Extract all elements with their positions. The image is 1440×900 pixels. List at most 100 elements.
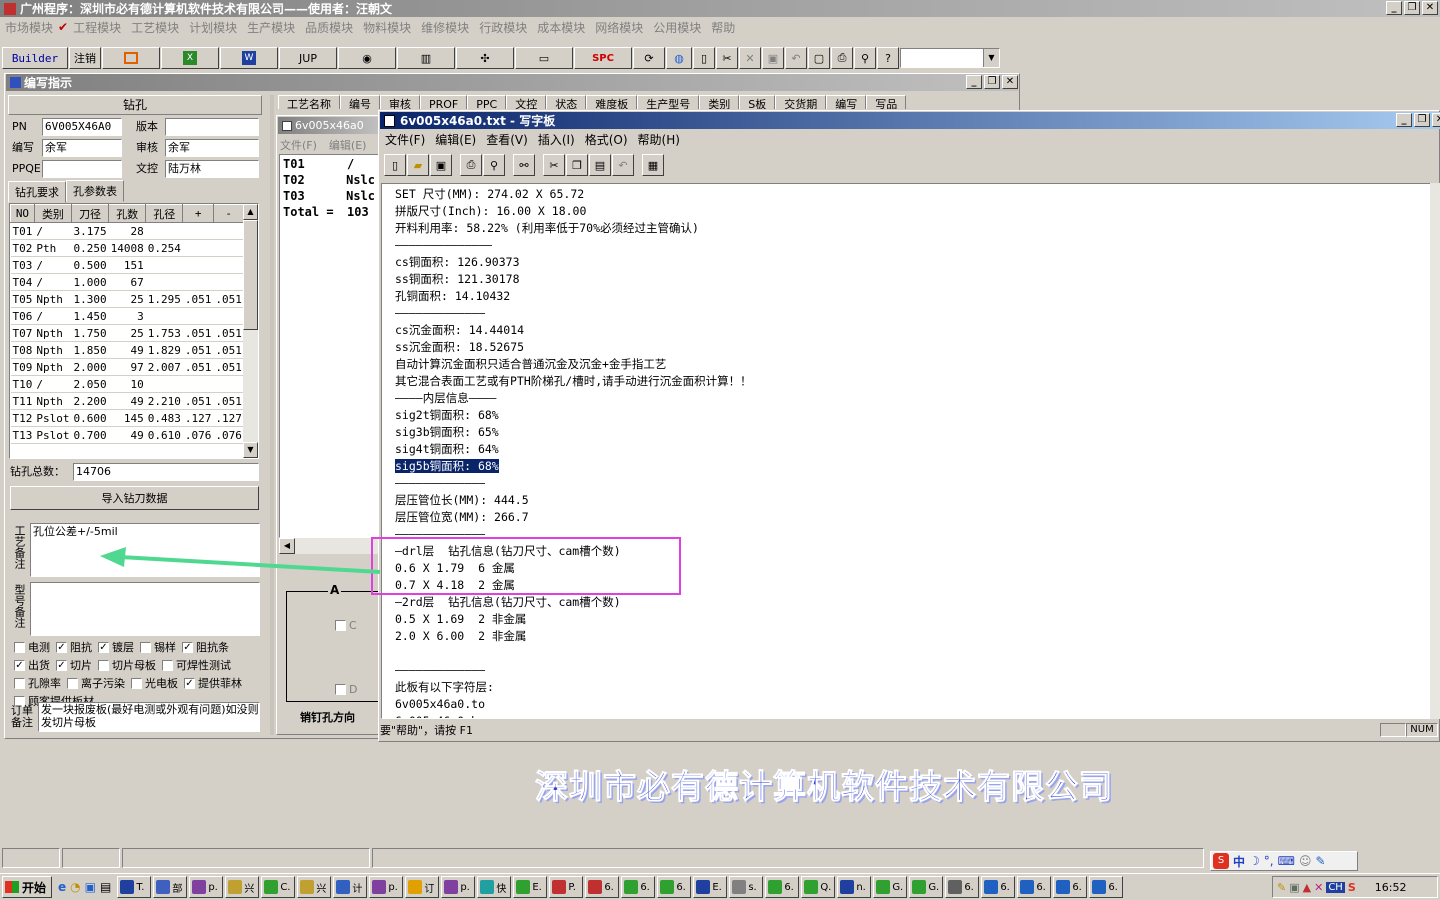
wp-menu-edit[interactable]: 编辑(E) xyxy=(430,131,481,148)
menu-material[interactable]: 物料模块 xyxy=(358,19,416,36)
taskbar-item[interactable]: P. xyxy=(549,876,584,898)
doc-control-field[interactable]: 陆万林 xyxy=(165,160,259,178)
hole-table-cell[interactable]: 145 xyxy=(108,409,146,427)
hole-table-row[interactable]: T09 Npth 2.000 97 2.007.051.051 xyxy=(10,358,244,376)
taskbar-item[interactable]: 订 xyxy=(405,876,440,898)
checked-icon[interactable]: ✓ xyxy=(182,641,193,653)
taskbar-item[interactable]: C. xyxy=(261,876,296,898)
hole-table-cell[interactable]: .051 xyxy=(213,341,244,359)
hole-table-cell[interactable]: 2.050 xyxy=(71,375,109,393)
wp-save-icon[interactable]: ▣ xyxy=(430,154,452,176)
hole-table-cell[interactable]: / xyxy=(34,307,72,325)
model-note-field[interactable] xyxy=(30,582,260,636)
hole-table-cell[interactable]: .051 xyxy=(213,290,244,308)
option-checkbox[interactable]: 光电板 xyxy=(131,675,178,691)
hole-table-cell[interactable] xyxy=(182,273,214,291)
hole-table-cell[interactable]: 1.295 xyxy=(145,290,183,308)
middle-column-header[interactable]: 文控 xyxy=(506,95,547,109)
hole-table-cell[interactable]: 49 xyxy=(108,426,146,444)
network-app-icon[interactable]: ▣ xyxy=(85,880,96,894)
hole-table-cell[interactable]: 14008 xyxy=(108,239,146,257)
globe-icon[interactable]: ◍ xyxy=(666,47,692,69)
middle-column-header[interactable]: 难度板 xyxy=(586,95,638,109)
wordpad-scrollbar[interactable] xyxy=(1430,183,1440,719)
taskbar-item[interactable]: 兴 xyxy=(225,876,260,898)
hole-table-cell[interactable]: Npth xyxy=(34,290,72,308)
editor-restore-icon[interactable]: ❐ xyxy=(984,75,1000,89)
pin-d-checkbox[interactable] xyxy=(335,684,346,695)
hole-table-cell[interactable]: / xyxy=(34,256,72,274)
pin-c-checkbox[interactable] xyxy=(335,620,346,631)
menu-network[interactable]: 网络模块 xyxy=(590,19,648,36)
middle-column-header[interactable]: 编号 xyxy=(340,95,380,109)
hole-table-cell[interactable]: / xyxy=(34,273,72,291)
hole-table-cell[interactable]: 2.200 xyxy=(71,392,109,410)
hole-table-cell[interactable]: 0.600 xyxy=(71,409,109,427)
database-icon[interactable]: ▥ xyxy=(397,47,455,69)
middle-column-header[interactable]: 类别 xyxy=(699,95,740,109)
cut-icon[interactable]: ✂ xyxy=(716,47,738,69)
menu-production[interactable]: 生产模块 xyxy=(242,19,300,36)
hole-table-cell[interactable]: 10 xyxy=(108,375,146,393)
spc-button[interactable]: SPC xyxy=(574,47,632,69)
word-icon[interactable]: W xyxy=(220,47,278,69)
hole-table-cell[interactable]: 0.610 xyxy=(145,426,183,444)
option-checkbox[interactable]: 离子污染 xyxy=(67,675,125,691)
hole-table-cell[interactable]: .051 xyxy=(213,358,244,376)
unchecked-icon[interactable] xyxy=(140,641,151,653)
hole-table-cell[interactable] xyxy=(182,239,214,257)
checked-icon[interactable]: ✓ xyxy=(56,641,67,653)
hole-table-cell[interactable]: Npth xyxy=(34,341,72,359)
report-icon[interactable] xyxy=(102,47,160,69)
hole-table-cell[interactable]: T08 xyxy=(10,341,35,359)
taskbar-item[interactable]: 6. xyxy=(621,876,656,898)
tray-language[interactable]: CH xyxy=(1326,881,1345,893)
unchecked-icon[interactable] xyxy=(98,659,109,671)
punct-icon[interactable]: °, xyxy=(1264,854,1274,868)
hole-table-cell[interactable] xyxy=(213,222,244,240)
hole-table-cell[interactable]: Pth xyxy=(34,239,72,257)
middle-column-header[interactable]: PPC xyxy=(467,95,507,109)
hole-table-cell[interactable] xyxy=(145,307,183,325)
hole-table-scrollbar[interactable]: ▲ ▼ xyxy=(243,204,258,458)
tab-hole-params[interactable]: 孔参数表 xyxy=(66,180,124,202)
undo-icon[interactable]: ↶ xyxy=(785,47,807,69)
hole-table-row[interactable]: T01/3.175 28 xyxy=(10,222,244,240)
close-icon[interactable]: ✕ xyxy=(1422,1,1438,15)
taskbar-item[interactable]: 6. xyxy=(1017,876,1052,898)
option-checkbox[interactable]: ✓ 提供菲林 xyxy=(184,675,242,691)
hole-table-cell[interactable]: 1.753 xyxy=(145,324,183,342)
middle-column-header[interactable]: 编写 xyxy=(826,95,867,109)
col-tool-dia[interactable]: 刀径 xyxy=(70,204,110,223)
hole-table-cell[interactable]: Npth xyxy=(34,392,72,410)
jup-button[interactable]: JUP xyxy=(279,47,337,69)
refresh-icon[interactable]: ⟳ xyxy=(633,47,665,69)
col-hole-dia[interactable]: 孔径 xyxy=(145,204,184,223)
option-checkbox[interactable]: 电测 xyxy=(14,639,50,655)
network-icon[interactable]: ✣ xyxy=(456,47,514,69)
ie-icon[interactable]: e xyxy=(58,880,66,894)
wp-menu-view[interactable]: 查看(V) xyxy=(481,131,533,148)
taskbar-item[interactable]: p. xyxy=(369,876,404,898)
hole-table-cell[interactable]: 49 xyxy=(108,392,146,410)
option-checkbox[interactable]: 锡样 xyxy=(140,639,176,655)
delete-icon[interactable]: ✕ xyxy=(739,47,761,69)
checked-icon[interactable]: ✓ xyxy=(14,659,25,671)
hole-table-cell[interactable]: 1.450 xyxy=(71,307,109,325)
hole-table-row[interactable]: T03/0.500 151 xyxy=(10,256,244,274)
hole-table-cell[interactable]: 97 xyxy=(108,358,146,376)
taskbar-item[interactable]: 6. xyxy=(1089,876,1124,898)
wp-menu-format[interactable]: 格式(O) xyxy=(580,131,633,148)
print-icon[interactable]: ⎙ xyxy=(831,47,853,69)
find-icon[interactable]: ⚲ xyxy=(854,47,876,69)
excel-icon[interactable]: X xyxy=(161,47,219,69)
hole-table-cell[interactable]: .051 xyxy=(182,341,214,359)
hole-table-row[interactable]: T02 Pth 0.250 14008 0.254 xyxy=(10,239,244,257)
hole-table-cell[interactable] xyxy=(182,307,214,325)
logout-button[interactable]: 注销 xyxy=(69,47,101,69)
panel-splitter[interactable] xyxy=(270,95,274,735)
option-checkbox[interactable]: ✓ 出货 xyxy=(14,657,50,673)
hole-table-cell[interactable]: T04 xyxy=(10,273,35,291)
builder-button[interactable]: Builder xyxy=(2,47,68,69)
hole-table-row[interactable]: T12 Pslot 0.600 145 0.483.127.127 xyxy=(10,409,244,427)
